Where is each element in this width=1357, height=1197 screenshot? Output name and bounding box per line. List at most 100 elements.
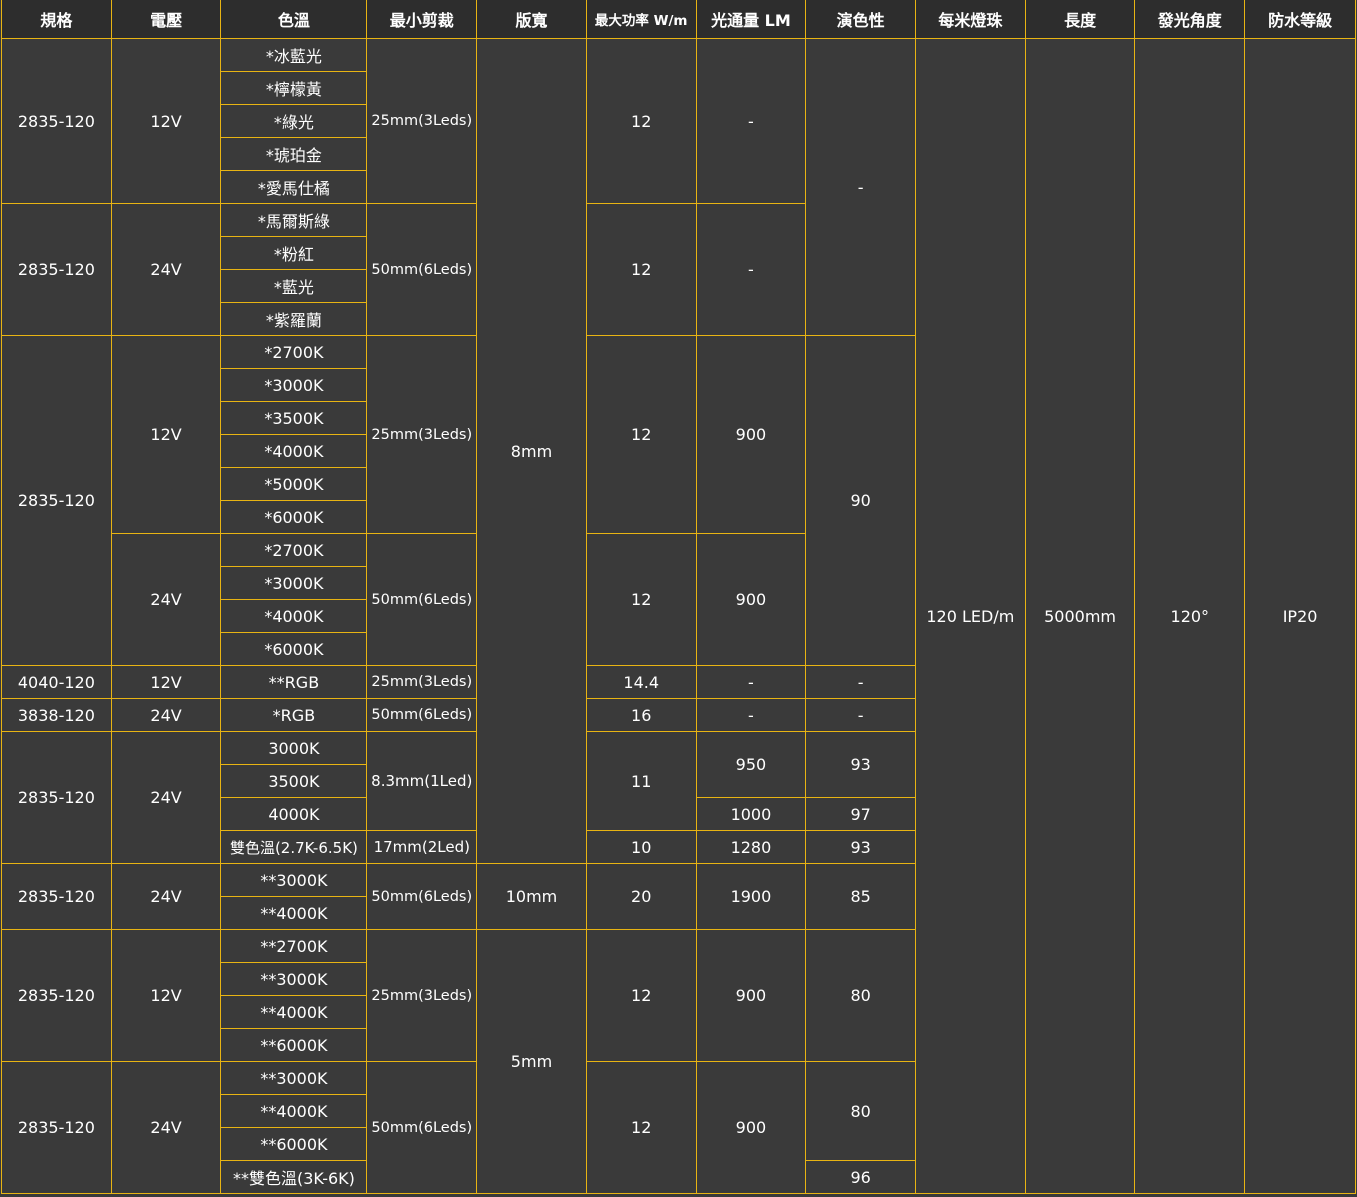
- cell-cri: 97: [805, 797, 916, 831]
- cell-beam-angle: 120°: [1134, 38, 1246, 1194]
- cell-color: **3000K: [220, 1061, 368, 1095]
- cell-color: **雙色溫(3K-6K): [220, 1160, 368, 1194]
- cell-color: **6000K: [220, 1028, 368, 1062]
- header-row: 規格 電壓 色溫 最小剪裁 版寬 最大功率 W/m 光通量 LM 演色性 每米燈…: [1, 0, 1356, 39]
- cell-voltage: 24V: [110, 731, 222, 864]
- header-color-temp: 色溫: [220, 0, 368, 39]
- cell-power: 12: [585, 335, 697, 534]
- cell-min-cut: 50mm(6Leds): [366, 533, 478, 666]
- cell-lm: -: [695, 698, 807, 732]
- cell-color: *3000K: [220, 368, 368, 402]
- cell-cri: -: [805, 38, 916, 336]
- cell-cri: -: [805, 698, 916, 732]
- cell-cri: 93: [805, 731, 916, 798]
- cell-lm: -: [695, 203, 807, 336]
- cell-spec: 2835-120: [1, 863, 112, 930]
- cell-cri: 93: [805, 830, 916, 864]
- cell-length: 5000mm: [1024, 38, 1136, 1194]
- cell-min-cut: 17mm(2Led): [366, 830, 478, 864]
- cell-color: *6000K: [220, 632, 368, 666]
- cell-cri: 90: [805, 335, 916, 666]
- cell-color: *粉紅: [220, 236, 368, 270]
- cell-color: *3000K: [220, 566, 368, 600]
- cell-spec: 3838-120: [1, 698, 112, 732]
- cell-lm: -: [695, 665, 807, 699]
- led-spec-table: 規格 電壓 色溫 最小剪裁 版寬 最大功率 W/m 光通量 LM 演色性 每米燈…: [1, 0, 1356, 1194]
- cell-color: **4000K: [220, 995, 368, 1029]
- cell-color: *4000K: [220, 599, 368, 633]
- cell-spec: 2835-120: [1, 929, 112, 1062]
- cell-spec: 2835-120: [1, 731, 112, 864]
- cell-voltage: 12V: [110, 335, 222, 534]
- cell-color: **RGB: [220, 665, 368, 699]
- cell-spec: 2835-120: [1, 335, 112, 666]
- cell-voltage: 24V: [110, 533, 222, 666]
- cell-color: *檸檬黃: [220, 71, 368, 105]
- header-board-width: 版寬: [476, 0, 587, 39]
- cell-color: **3000K: [220, 962, 368, 996]
- cell-color: *綠光: [220, 104, 368, 138]
- header-max-power: 最大功率 W/m: [585, 0, 697, 39]
- cell-min-cut: 50mm(6Leds): [366, 698, 478, 732]
- cell-voltage: 24V: [110, 1061, 222, 1194]
- cell-lm: 1280: [695, 830, 807, 864]
- cell-color: *6000K: [220, 500, 368, 534]
- header-beam-angle: 發光角度: [1134, 0, 1246, 39]
- cell-color: 4000K: [220, 797, 368, 831]
- cell-cri: 80: [805, 929, 916, 1062]
- cell-power: 12: [585, 38, 697, 204]
- cell-spec: 4040-120: [1, 665, 112, 699]
- cell-color: 3000K: [220, 731, 368, 765]
- cell-power: 10: [585, 830, 697, 864]
- cell-lm: 900: [695, 929, 807, 1062]
- cell-color: *馬爾斯綠: [220, 203, 368, 237]
- cell-min-cut: 50mm(6Leds): [366, 203, 478, 336]
- cell-power: 12: [585, 533, 697, 666]
- cell-color: *藍光: [220, 269, 368, 303]
- cell-min-cut: 8.3mm(1Led): [366, 731, 478, 831]
- cell-cri: 80: [805, 1061, 916, 1161]
- cell-color: *3500K: [220, 401, 368, 435]
- cell-power: 12: [585, 1061, 697, 1194]
- cell-color: *冰藍光: [220, 38, 368, 72]
- cell-cri: 85: [805, 863, 916, 930]
- cell-lm: 1900: [695, 863, 807, 930]
- cell-power: 14.4: [585, 665, 697, 699]
- cell-lm: 900: [695, 533, 807, 666]
- header-voltage: 電壓: [110, 0, 222, 39]
- cell-power: 12: [585, 203, 697, 336]
- cell-min-cut: 25mm(3Leds): [366, 929, 478, 1062]
- cell-lm: -: [695, 38, 807, 204]
- cell-color: *RGB: [220, 698, 368, 732]
- cell-spec: 2835-120: [1, 203, 112, 336]
- cell-voltage: 12V: [110, 38, 222, 204]
- header-leds-per-meter: 每米燈珠: [915, 0, 1026, 39]
- cell-color: **4000K: [220, 1094, 368, 1128]
- cell-color: *2700K: [220, 533, 368, 567]
- cell-color: **4000K: [220, 896, 368, 930]
- cell-voltage: 24V: [110, 698, 222, 732]
- cell-leds-per-meter: 120 LED/m: [915, 38, 1026, 1194]
- cell-color: *2700K: [220, 335, 368, 369]
- cell-spec: 2835-120: [1, 1061, 112, 1194]
- cell-board-width: 10mm: [476, 863, 587, 930]
- cell-spec: 2835-120: [1, 38, 112, 204]
- table-row: 2835-120 12V *冰藍光 25mm(3Leds) 8mm 12 - -…: [1, 38, 1356, 1194]
- cell-cri: -: [805, 665, 916, 699]
- cell-lm: 950: [695, 731, 807, 798]
- cell-min-cut: 50mm(6Leds): [366, 863, 478, 930]
- cell-lm: 900: [695, 1061, 807, 1194]
- cell-cri: 96: [805, 1160, 916, 1194]
- cell-voltage: 12V: [110, 665, 222, 699]
- cell-power: 12: [585, 929, 697, 1062]
- cell-board-width: 5mm: [476, 929, 587, 1194]
- cell-voltage: 12V: [110, 929, 222, 1062]
- cell-color: **6000K: [220, 1127, 368, 1161]
- cell-min-cut: 25mm(3Leds): [366, 335, 478, 534]
- header-length: 長度: [1024, 0, 1136, 39]
- cell-voltage: 24V: [110, 863, 222, 930]
- cell-min-cut: 25mm(3Leds): [366, 665, 478, 699]
- cell-power: 20: [585, 863, 697, 930]
- cell-ip-rating: IP20: [1244, 38, 1356, 1194]
- header-spec: 規格: [1, 0, 112, 39]
